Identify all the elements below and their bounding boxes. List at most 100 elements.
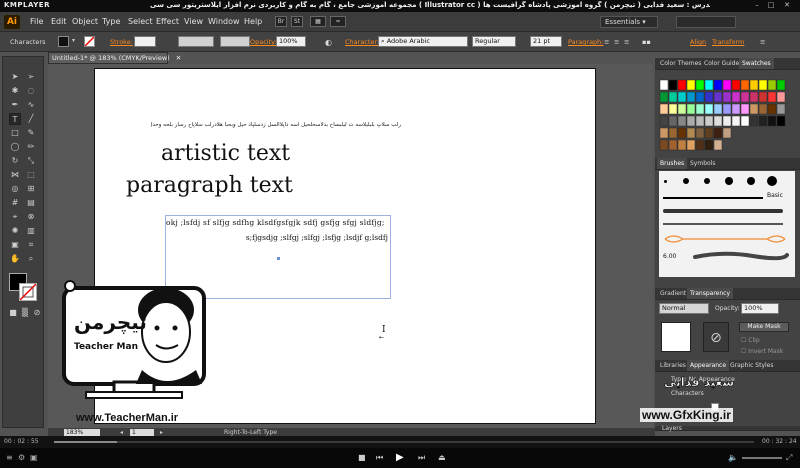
- swatch[interactable]: [704, 79, 714, 91]
- character-label[interactable]: Character:: [345, 38, 379, 46]
- blend-tool-icon[interactable]: ⊗: [25, 211, 37, 223]
- swatch[interactable]: [668, 127, 678, 139]
- direct-selection-tool-icon[interactable]: ➢: [25, 71, 37, 83]
- panel-menu-icon[interactable]: ≡: [760, 38, 765, 46]
- swatch[interactable]: [731, 91, 741, 103]
- capture-icon[interactable]: ▣: [30, 453, 38, 462]
- stroke-swatch[interactable]: [84, 36, 95, 47]
- artistic-text[interactable]: artistic text: [161, 141, 290, 166]
- tab-color-guide[interactable]: Color Guide: [701, 58, 742, 69]
- swatch[interactable]: [749, 79, 759, 91]
- volume-slider[interactable]: [742, 457, 782, 459]
- align-link[interactable]: Align: [690, 38, 706, 46]
- swatch[interactable]: [659, 127, 669, 139]
- invert-mask-checkbox[interactable]: ☐ Invert Mask: [741, 348, 783, 355]
- maximize-icon[interactable]: □: [766, 1, 776, 10]
- swatch[interactable]: [686, 79, 696, 91]
- swatch[interactable]: [722, 127, 732, 139]
- swatch[interactable]: [659, 139, 669, 151]
- swatch[interactable]: [659, 91, 669, 103]
- status-mode-text[interactable]: Right-To-Left Type: [224, 429, 277, 436]
- swatch[interactable]: [695, 139, 705, 151]
- swatch[interactable]: [686, 115, 696, 127]
- swatch[interactable]: [758, 91, 768, 103]
- swatch[interactable]: [695, 103, 705, 115]
- tab-layers[interactable]: Layers: [659, 423, 685, 434]
- swatch[interactable]: [713, 139, 723, 151]
- close-tab-icon[interactable]: ✕: [176, 54, 181, 62]
- swatch[interactable]: [704, 139, 714, 151]
- brush-basic-stroke[interactable]: [663, 197, 763, 199]
- swatch[interactable]: [659, 115, 669, 127]
- stop-icon[interactable]: ■: [358, 453, 366, 462]
- swatch[interactable]: [659, 103, 669, 115]
- swatch[interactable]: [767, 91, 777, 103]
- recolor-icon[interactable]: ◐: [325, 38, 332, 47]
- brush-dot-6[interactable]: [767, 176, 777, 186]
- gpu-performance-icon[interactable]: ≈: [330, 16, 346, 27]
- swatch[interactable]: [731, 115, 741, 127]
- swatch[interactable]: [668, 139, 678, 151]
- swatch[interactable]: [767, 79, 777, 91]
- swatch[interactable]: [758, 115, 768, 127]
- brushes-list[interactable]: Basic 6.00: [659, 171, 795, 277]
- stroke-color-icon[interactable]: [19, 283, 37, 301]
- swatch[interactable]: [722, 103, 732, 115]
- tab-libraries[interactable]: Libraries: [657, 360, 689, 371]
- tab-graphic-styles[interactable]: Graphic Styles: [727, 360, 776, 371]
- swatch[interactable]: [668, 103, 678, 115]
- menu-type[interactable]: Type: [102, 17, 120, 26]
- arabic-text-line[interactable]: رلب سلاپ بلبلیلاسه ت لیلبساح بدلاسحلحیل …: [151, 122, 401, 128]
- swatch[interactable]: [686, 127, 696, 139]
- swatch[interactable]: [758, 79, 768, 91]
- brush-dot-3[interactable]: [704, 178, 710, 184]
- swatch[interactable]: [767, 103, 777, 115]
- pen-tool-icon[interactable]: ✒: [9, 99, 21, 111]
- paragraph-label[interactable]: Paragraph:: [568, 38, 603, 46]
- menu-window[interactable]: Window: [208, 17, 240, 26]
- bridge-icon[interactable]: Br: [275, 16, 287, 27]
- seek-track[interactable]: [54, 441, 754, 443]
- type-tool-icon[interactable]: T: [9, 113, 21, 125]
- search-input[interactable]: [676, 16, 736, 28]
- eyedropper-tool-icon[interactable]: ⌖: [9, 211, 21, 223]
- brush-dot-4[interactable]: [725, 177, 733, 185]
- slice-tool-icon[interactable]: ⌗: [25, 239, 37, 251]
- shaper-tool-icon[interactable]: ◯: [9, 141, 21, 153]
- align-left-icon[interactable]: ≡: [604, 38, 609, 46]
- swatch[interactable]: [704, 115, 714, 127]
- previous-icon[interactable]: ⏮: [376, 453, 383, 463]
- perspective-grid-tool-icon[interactable]: ⊞: [25, 183, 37, 195]
- stroke-label[interactable]: Stroke:: [110, 38, 133, 46]
- gradient-mode-icon[interactable]: ▒: [19, 307, 31, 319]
- close-icon[interactable]: ✕: [782, 1, 792, 10]
- gradient-tool-icon[interactable]: ▤: [25, 197, 37, 209]
- swatch[interactable]: [767, 115, 777, 127]
- settings-icon[interactable]: ⚙: [18, 453, 25, 462]
- next-artboard-icon[interactable]: ▸: [160, 429, 163, 436]
- swatch[interactable]: [731, 79, 741, 91]
- swatch[interactable]: [776, 91, 786, 103]
- eject-icon[interactable]: ⏏: [438, 453, 446, 462]
- no-mask-icon[interactable]: ⊘: [703, 322, 729, 352]
- swatch[interactable]: [677, 115, 687, 127]
- swatch[interactable]: [695, 127, 705, 139]
- swatch[interactable]: [677, 91, 687, 103]
- menu-file[interactable]: File: [30, 17, 43, 26]
- tab-swatches[interactable]: Swatches: [739, 58, 774, 69]
- swatch[interactable]: [704, 91, 714, 103]
- swatch[interactable]: [722, 115, 732, 127]
- brush-stroke-3[interactable]: [663, 223, 783, 225]
- swatch[interactable]: [740, 79, 750, 91]
- menu-view[interactable]: View: [184, 17, 203, 26]
- paragraph-text[interactable]: paragraph text: [126, 173, 293, 198]
- make-mask-button[interactable]: Make Mask: [739, 322, 789, 332]
- swatch[interactable]: [695, 79, 705, 91]
- zoom-tool-icon[interactable]: ⌕: [25, 253, 37, 265]
- swatch[interactable]: [713, 103, 723, 115]
- align-center-icon[interactable]: ≡: [614, 38, 619, 46]
- opacity-label[interactable]: Opacity:: [250, 38, 277, 46]
- volume-icon[interactable]: 🔈: [728, 453, 738, 462]
- brush-dot-2[interactable]: [683, 178, 689, 184]
- brush-stroke-charcoal[interactable]: [693, 249, 789, 263]
